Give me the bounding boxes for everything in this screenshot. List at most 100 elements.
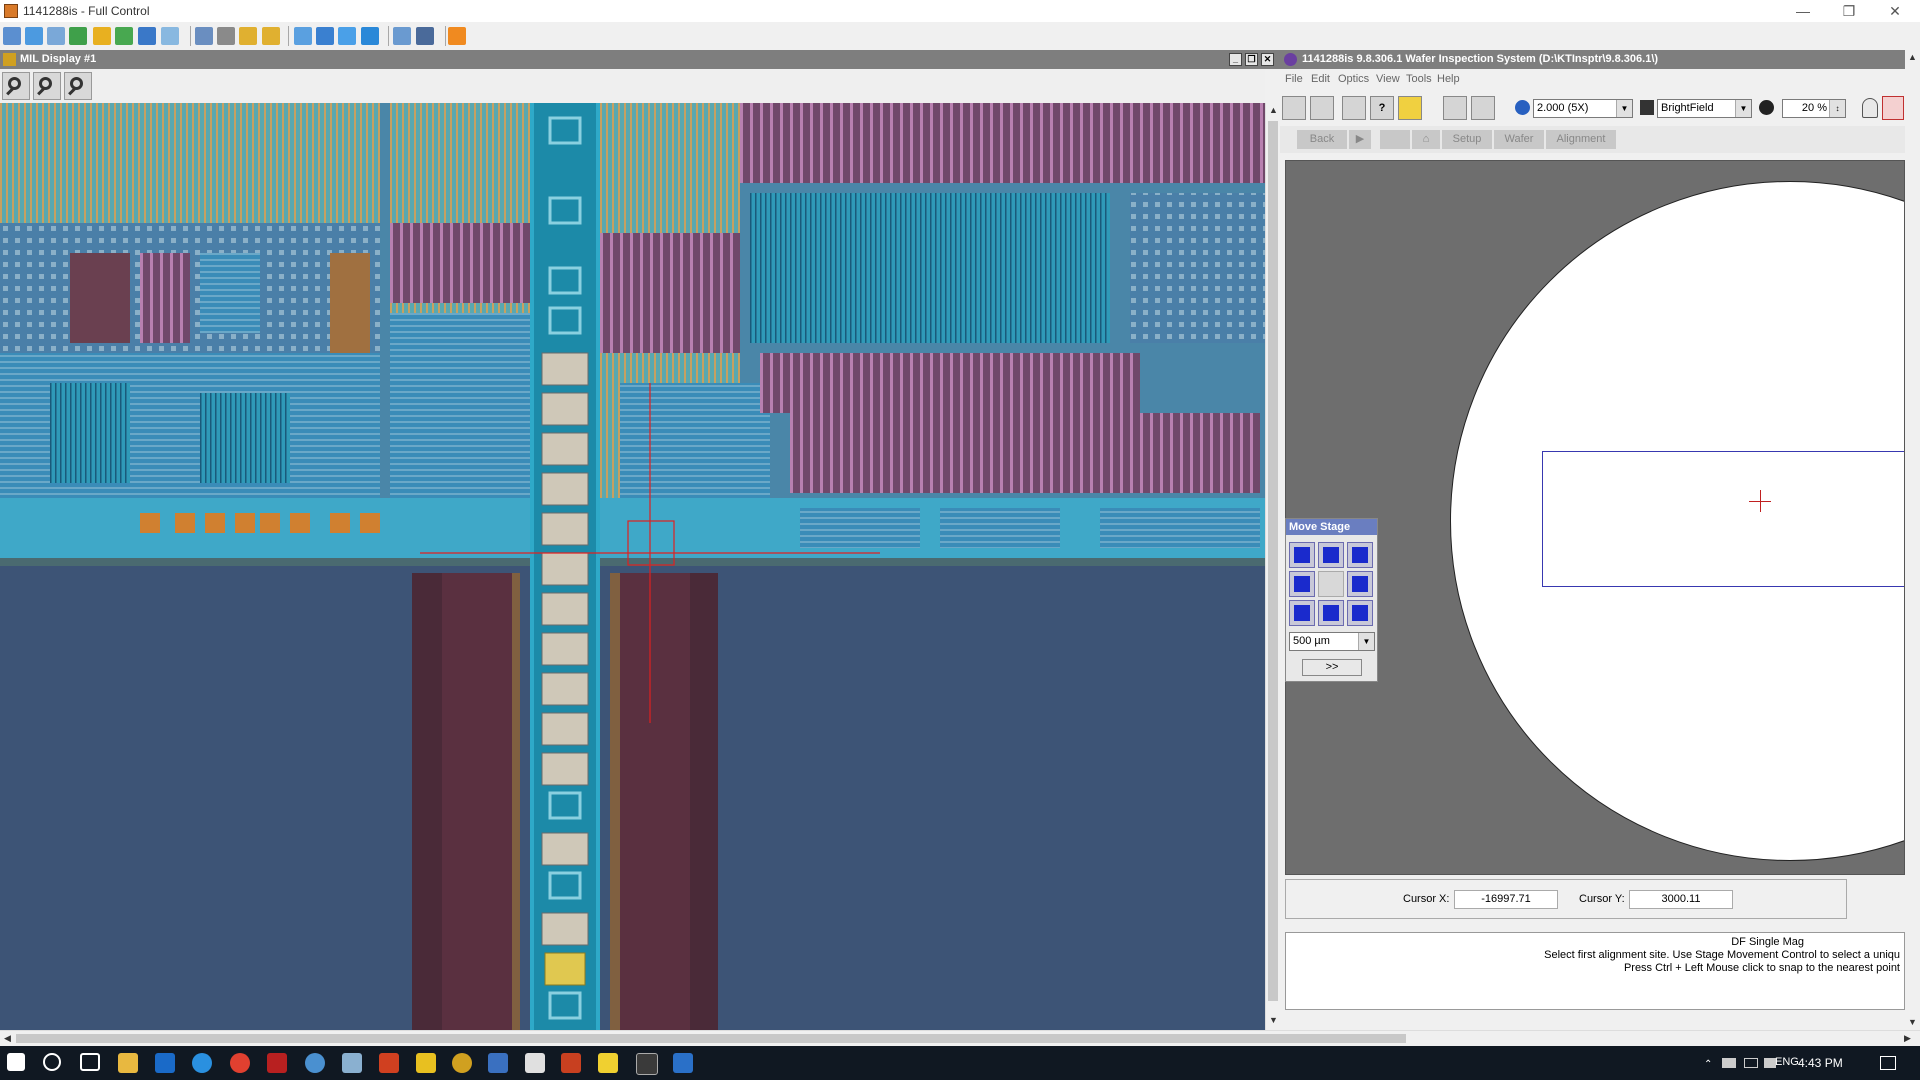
move-left-button[interactable] <box>1289 571 1315 597</box>
wafer-scroll-down-arrow[interactable]: ▼ <box>1905 1015 1920 1030</box>
mil-restore-button[interactable]: ❐ <box>1245 53 1258 66</box>
restore-button[interactable]: ❐ <box>1826 0 1872 22</box>
close-button[interactable]: ✕ <box>1872 0 1918 22</box>
move-down-left-button[interactable] <box>1289 600 1315 626</box>
menu-view[interactable]: View <box>1376 73 1400 85</box>
lock-icon[interactable] <box>239 27 257 45</box>
back-arrow-icon[interactable] <box>1443 96 1467 120</box>
clock[interactable]: 4:43 PM <box>1798 1056 1843 1070</box>
fullscreen-icon[interactable] <box>338 27 356 45</box>
user-icon[interactable] <box>195 27 213 45</box>
scroll-up-arrow[interactable]: ▲ <box>1266 103 1281 118</box>
app-icon-window[interactable] <box>488 1053 508 1073</box>
key-icon[interactable] <box>262 27 280 45</box>
illumination-select[interactable]: BrightField ▼ <box>1657 99 1752 118</box>
ie-icon[interactable] <box>192 1053 212 1073</box>
menu-optics[interactable]: Optics <box>1338 73 1369 85</box>
map-icon[interactable] <box>1310 96 1334 120</box>
move-right-button[interactable] <box>1347 571 1373 597</box>
lamp-off-icon[interactable] <box>1882 96 1904 120</box>
outlook-icon[interactable] <box>155 1053 175 1073</box>
mil-minimize-button[interactable]: _ <box>1229 53 1242 66</box>
scale-icon[interactable] <box>361 27 379 45</box>
minimize-button[interactable]: — <box>1780 0 1826 22</box>
app-icon-grid[interactable] <box>561 1053 581 1073</box>
wafer-map-view[interactable] <box>1285 160 1905 875</box>
lamp-icon[interactable] <box>1862 98 1878 118</box>
step-size-select[interactable]: 500 µm ▼ <box>1289 632 1375 651</box>
chat-icon[interactable] <box>47 27 65 45</box>
horizontal-scrollbar[interactable]: ◀ ▶ <box>0 1030 1920 1047</box>
zoom-out-button[interactable] <box>33 72 61 100</box>
message-icon[interactable] <box>161 27 179 45</box>
remote-app-icon[interactable] <box>673 1053 693 1073</box>
setup-button[interactable]: Setup <box>1442 130 1492 149</box>
wafer-app-scrollbar[interactable]: ▲ ▼ <box>1905 50 1920 1030</box>
move-up-right-button[interactable] <box>1347 542 1373 568</box>
start-icon[interactable] <box>7 1053 25 1071</box>
scroll-right-arrow[interactable]: ▶ <box>1900 1031 1915 1046</box>
menu-edit[interactable]: Edit <box>1311 73 1330 85</box>
move-down-right-button[interactable] <box>1347 600 1373 626</box>
light-level-spinner[interactable]: 20 % ↕ <box>1782 99 1846 118</box>
aperture-icon[interactable] <box>1759 100 1774 115</box>
power-icon[interactable] <box>93 27 111 45</box>
disconnect-icon[interactable] <box>448 27 466 45</box>
help-icon[interactable]: ? <box>1370 96 1394 120</box>
mil-close-button[interactable]: ✕ <box>1261 53 1274 66</box>
sticky-notes-icon[interactable] <box>598 1053 618 1073</box>
magnification-select[interactable]: 2.000 (5X) ▼ <box>1533 99 1633 118</box>
calculator-icon[interactable] <box>525 1053 545 1073</box>
menu-help[interactable]: Help <box>1437 73 1460 85</box>
image-vertical-scrollbar[interactable]: ▲ ▼ <box>1265 103 1281 1030</box>
menu-tools[interactable]: Tools <box>1406 73 1432 85</box>
app-icon-face[interactable] <box>452 1053 472 1073</box>
print-icon[interactable] <box>1342 96 1366 120</box>
home-button[interactable]: ⌂ <box>1412 130 1440 149</box>
notifications-icon[interactable] <box>1880 1056 1896 1070</box>
file-explorer-icon[interactable] <box>118 1053 138 1073</box>
window-icon[interactable] <box>294 27 312 45</box>
wafer-button[interactable]: Wafer <box>1494 130 1544 149</box>
language-indicator[interactable]: ENG <box>1775 1056 1799 1068</box>
monitors-icon[interactable] <box>393 27 411 45</box>
chrome-icon[interactable] <box>230 1053 250 1073</box>
fit-screen-icon[interactable] <box>316 27 334 45</box>
zoom-reset-button[interactable] <box>64 72 92 100</box>
scroll-thumb[interactable] <box>1268 121 1278 1001</box>
back-button[interactable]: Back <box>1297 130 1347 149</box>
screen-icon[interactable] <box>25 27 43 45</box>
move-up-button[interactable] <box>1318 542 1344 568</box>
wafer-scroll-up-arrow[interactable]: ▲ <box>1905 50 1920 65</box>
forward-button[interactable]: ▶ <box>1349 130 1371 149</box>
move-down-button[interactable] <box>1318 600 1344 626</box>
terminal-icon[interactable] <box>636 1053 658 1075</box>
monitor-icon[interactable] <box>3 27 21 45</box>
scroll-down-arrow[interactable]: ▼ <box>1266 1013 1281 1028</box>
app-icon-red[interactable] <box>267 1053 287 1073</box>
tray-chevron-icon[interactable]: ⌃ <box>1704 1059 1712 1070</box>
app-icon-globe[interactable] <box>305 1053 325 1073</box>
menu-file[interactable]: File <box>1285 73 1303 85</box>
forward-arrow-icon[interactable] <box>1471 96 1495 120</box>
expand-button[interactable]: >> <box>1302 659 1362 676</box>
search-icon[interactable] <box>43 1053 61 1071</box>
hand-icon[interactable] <box>416 1053 436 1073</box>
app-icon-cloud[interactable] <box>342 1053 362 1073</box>
refresh-icon[interactable] <box>115 27 133 45</box>
wafer-image-view[interactable] <box>0 103 1265 1030</box>
zoom-in-button[interactable] <box>2 72 30 100</box>
tools-icon[interactable] <box>416 27 434 45</box>
powerpoint-icon[interactable] <box>379 1053 399 1073</box>
wafer-load-icon[interactable] <box>1282 96 1306 120</box>
warning-icon[interactable] <box>1398 96 1422 120</box>
move-center-button[interactable] <box>1318 571 1344 597</box>
transfer-icon[interactable] <box>69 27 87 45</box>
scroll-left-arrow[interactable]: ◀ <box>0 1031 15 1046</box>
task-view-icon[interactable] <box>80 1053 100 1071</box>
users-icon[interactable] <box>217 27 235 45</box>
network-icon[interactable] <box>1744 1058 1758 1068</box>
battery-icon[interactable] <box>1722 1058 1736 1068</box>
move-up-left-button[interactable] <box>1289 542 1315 568</box>
phone-icon[interactable] <box>138 27 156 45</box>
